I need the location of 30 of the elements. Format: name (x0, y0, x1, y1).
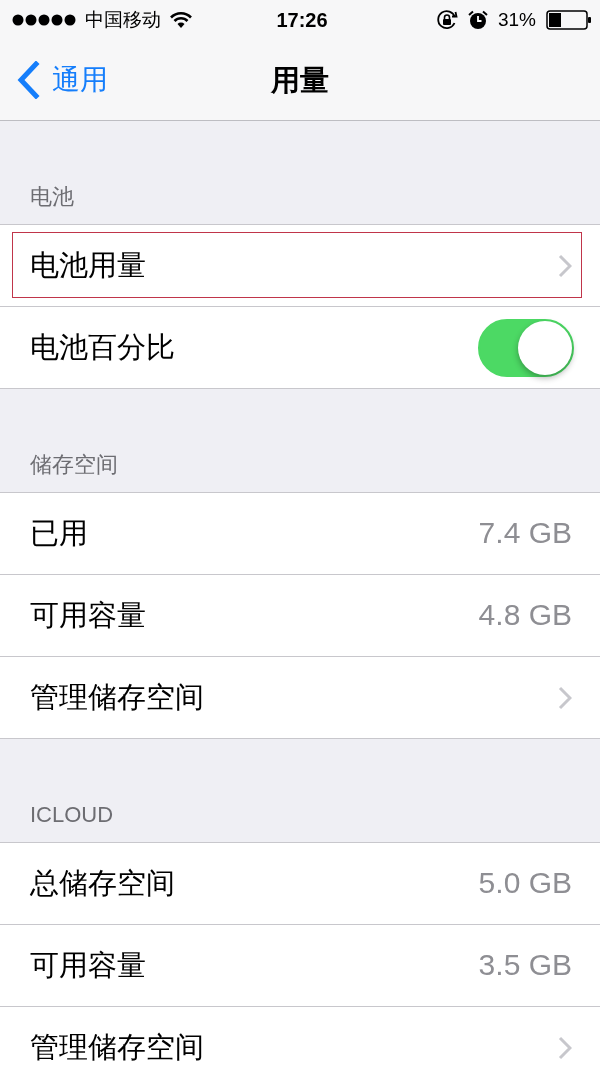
row-label: 管理储存空间 (30, 680, 204, 715)
row-label: 已用 (30, 516, 88, 551)
row-label: 电池百分比 (30, 330, 175, 365)
nav-title: 用量 (271, 62, 329, 98)
row-value: 3.5 GB (478, 948, 572, 983)
row-label: 可用容量 (30, 948, 146, 983)
rotation-lock-icon (435, 9, 458, 31)
chevron-right-icon (558, 253, 572, 278)
row-label: 电池用量 (30, 248, 146, 283)
wifi-icon (170, 11, 192, 29)
row-label: 管理储存空间 (30, 1030, 204, 1065)
section-header: 储存空间 (30, 451, 118, 478)
row-value: 7.4 GB (478, 516, 572, 551)
section-header: ICLOUD (30, 801, 114, 828)
back-button[interactable]: 通用 (0, 61, 108, 99)
row-label: 总储存空间 (30, 866, 175, 901)
chevron-right-icon (558, 685, 572, 710)
section-header: 电池 (30, 183, 74, 210)
battery-icon (546, 10, 592, 30)
battery-percent: 31% (497, 8, 536, 32)
row-value: 4.8 GB (478, 598, 572, 633)
row-value: 5.0 GB (478, 866, 572, 901)
carrier-name: 中国移动 (85, 8, 161, 32)
toggle-switch[interactable] (478, 318, 574, 377)
chevron-left-icon (16, 61, 40, 99)
signal-dots-icon (12, 14, 76, 26)
chevron-right-icon (558, 1035, 572, 1060)
status-time: 17:26 (276, 8, 328, 32)
alarm-clock-icon (467, 10, 488, 30)
row-label: 可用容量 (30, 598, 146, 633)
